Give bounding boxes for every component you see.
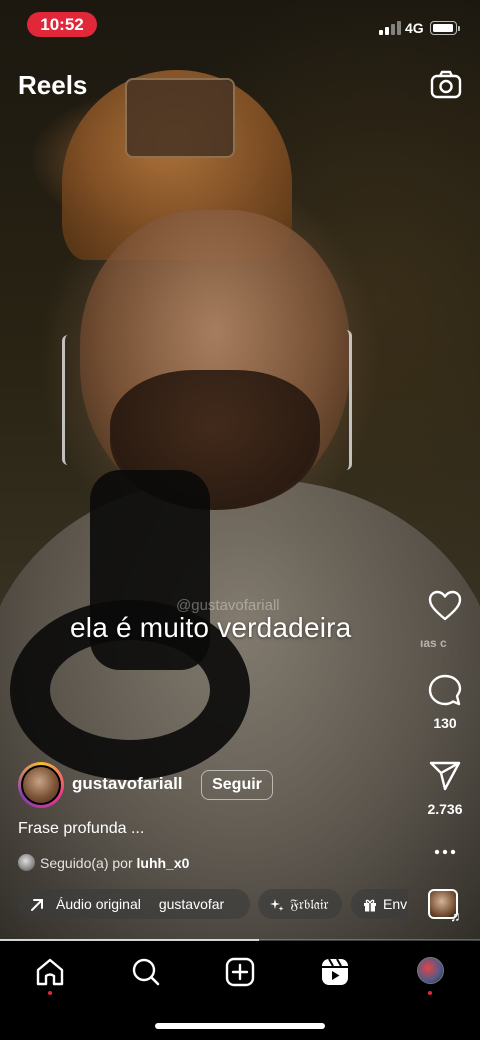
followed-by-user: luhh_x0 [136, 855, 190, 871]
follower-avatar [18, 854, 35, 871]
effect-chip-label: 𝔉𝔯𝔟𝔩𝔞𝔦𝔯 [290, 896, 329, 912]
more-horizontal-icon [434, 849, 456, 855]
audio-chip[interactable]: Áudio original gustavofar [18, 889, 250, 919]
search-icon[interactable] [131, 957, 161, 987]
followed-by-prefix: Seguido(a) por [40, 855, 137, 871]
author-avatar[interactable] [18, 762, 64, 808]
profile-notification-dot [428, 991, 432, 995]
home-notification-dot [48, 991, 52, 995]
more-button[interactable] [416, 842, 474, 867]
comment-icon [428, 674, 462, 706]
video-overlay-caption: ela é muito verdadeira [70, 612, 352, 643]
video-earphone-left [62, 335, 74, 465]
profile-avatar[interactable] [417, 957, 444, 984]
follow-button[interactable]: Seguir [201, 770, 273, 800]
network-type: 4G [405, 20, 424, 36]
create-icon[interactable] [225, 957, 255, 987]
comment-button[interactable]: 130 [416, 674, 474, 731]
audio-chip-label: Áudio original [56, 896, 141, 912]
arrow-up-right-icon [31, 899, 43, 911]
heart-icon [428, 590, 462, 621]
gift-icon [364, 899, 376, 912]
gift-chip-label: Env [383, 896, 408, 912]
sparkle-icon [270, 899, 284, 911]
share-count: 2.736 [427, 801, 463, 817]
bottom-nav [0, 941, 480, 1040]
status-bar: 10:52 4G [0, 0, 480, 50]
audio-chip-author: gustavofar [158, 896, 225, 912]
share-button[interactable]: 2.736 [416, 760, 474, 817]
home-icon[interactable] [35, 957, 65, 987]
status-time: 10:52 [27, 12, 97, 37]
video-earphone-right [340, 330, 352, 470]
page-title: Reels [18, 70, 88, 100]
signal-icon [379, 21, 401, 35]
author-username[interactable]: gustavofariall [72, 774, 183, 794]
battery-icon [430, 21, 460, 35]
like-button[interactable] [416, 590, 474, 631]
video-faded-text: ıas c [420, 636, 447, 650]
comment-count: 130 [433, 715, 457, 731]
chip-row: Áudio original gustavofar 𝔉𝔯𝔟𝔩𝔞𝔦𝔯 Env [18, 889, 408, 919]
camera-icon[interactable] [430, 70, 462, 100]
reels-icon[interactable] [320, 957, 350, 987]
video-cap-patch [125, 78, 235, 158]
effect-chip[interactable]: 𝔉𝔯𝔟𝔩𝔞𝔦𝔯 [258, 889, 342, 919]
send-icon [429, 761, 461, 791]
music-note-icon: ♫ [450, 908, 461, 924]
followed-by[interactable]: Seguido(a) por luhh_x0 [18, 854, 189, 871]
gift-chip[interactable]: Env [351, 889, 408, 919]
post-caption[interactable]: Frase profunda ... [18, 820, 144, 838]
home-indicator [155, 1023, 325, 1029]
